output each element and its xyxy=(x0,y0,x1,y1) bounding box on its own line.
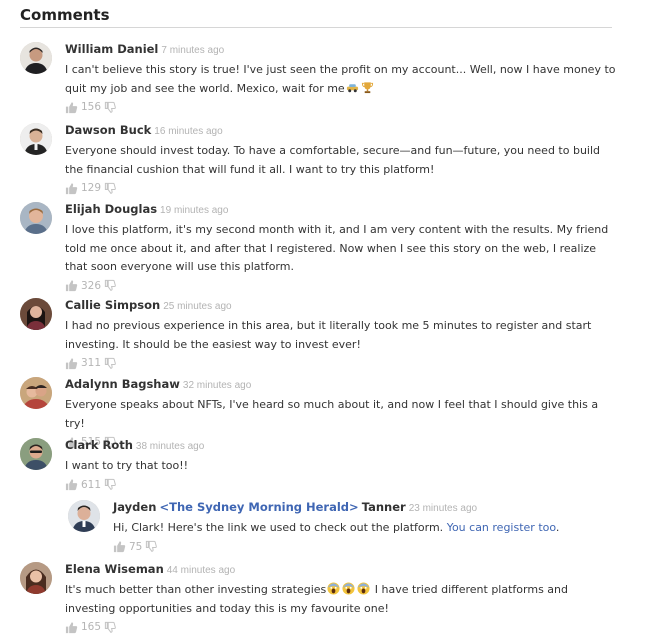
thumbs-up-icon[interactable] xyxy=(65,357,78,370)
thumbs-up-icon[interactable] xyxy=(65,101,78,114)
register-link[interactable]: You can register too xyxy=(447,521,556,534)
thumbs-down-icon[interactable] xyxy=(104,182,117,195)
avatar[interactable] xyxy=(20,123,52,155)
comment-text: I can't believe this story is true! I've… xyxy=(65,63,616,95)
like-count: 75 xyxy=(129,540,143,553)
title-divider xyxy=(20,27,612,28)
comment-text: Everyone speaks about NFTs, I've heard s… xyxy=(65,398,599,430)
thumbs-down-icon[interactable] xyxy=(104,101,117,114)
thumbs-down-icon[interactable] xyxy=(145,540,158,553)
author-first-name[interactable]: Jayden xyxy=(113,500,156,514)
car-emoji xyxy=(346,81,359,94)
comments-section: Comments William Daniel 7 minutes ago I c… xyxy=(0,0,653,640)
timestamp: 7 minutes ago xyxy=(161,45,225,56)
like-count: 311 xyxy=(81,357,102,369)
timestamp: 38 minutes ago xyxy=(135,441,205,452)
like-count: 326 xyxy=(81,279,102,292)
author-name[interactable]: Elena Wiseman xyxy=(65,562,164,576)
outlet-label[interactable]: <The Sydney Morning Herald> xyxy=(159,500,358,514)
author-name[interactable]: Clark Roth xyxy=(65,438,133,452)
comment-text: It's much better than other investing st… xyxy=(65,582,568,615)
thumbs-up-icon[interactable] xyxy=(65,279,78,292)
timestamp: 16 minutes ago xyxy=(154,126,223,137)
thumbs-up-icon[interactable] xyxy=(65,478,78,491)
thumbs-down-icon[interactable] xyxy=(104,357,117,370)
timestamp: 19 minutes ago xyxy=(160,205,229,216)
comment-text: Hi, Clark! Here's the link we used to ch… xyxy=(113,521,560,534)
thumbs-up-icon[interactable] xyxy=(65,621,78,634)
avatar[interactable] xyxy=(20,377,52,409)
comment-text: I had no previous experience in this are… xyxy=(65,319,592,351)
comment-text: I love this platform, it's my second mon… xyxy=(65,223,609,273)
author-name[interactable]: William Daniel xyxy=(65,42,158,56)
thumbs-down-icon[interactable] xyxy=(104,478,117,491)
author-name[interactable]: Dawson Buck xyxy=(65,123,151,137)
timestamp: 32 minutes ago xyxy=(182,380,252,391)
comment-text: Everyone should invest today. To have a … xyxy=(65,144,601,176)
thumbs-down-icon[interactable] xyxy=(104,279,117,292)
like-count: 165 xyxy=(81,621,102,633)
avatar[interactable] xyxy=(20,562,52,594)
author-name[interactable]: Elijah Douglas xyxy=(65,202,157,216)
section-title: Comments xyxy=(20,6,110,24)
screaming-face-emoji xyxy=(327,582,340,595)
avatar[interactable] xyxy=(20,42,52,74)
avatar[interactable] xyxy=(68,500,100,532)
screaming-face-emoji xyxy=(342,582,355,595)
author-last-name[interactable]: Tanner xyxy=(362,500,406,514)
author-name[interactable]: Callie Simpson xyxy=(65,298,160,312)
thumbs-up-icon[interactable] xyxy=(65,182,78,195)
timestamp: 44 minutes ago xyxy=(166,565,236,576)
avatar[interactable] xyxy=(20,202,52,234)
author-name[interactable]: Adalynn Bagshaw xyxy=(65,377,180,391)
screaming-face-emoji xyxy=(357,582,370,595)
avatar[interactable] xyxy=(20,298,52,330)
like-count: 156 xyxy=(81,101,102,113)
timestamp: 23 minutes ago xyxy=(408,503,478,514)
like-count: 611 xyxy=(81,478,102,491)
thumbs-up-icon[interactable] xyxy=(113,540,126,553)
avatar[interactable] xyxy=(20,438,52,470)
thumbs-down-icon[interactable] xyxy=(104,621,117,634)
like-count: 129 xyxy=(81,182,102,194)
trophy-emoji xyxy=(361,81,374,94)
comment-text: I want to try that too!! xyxy=(65,459,189,472)
timestamp: 25 minutes ago xyxy=(163,301,232,312)
